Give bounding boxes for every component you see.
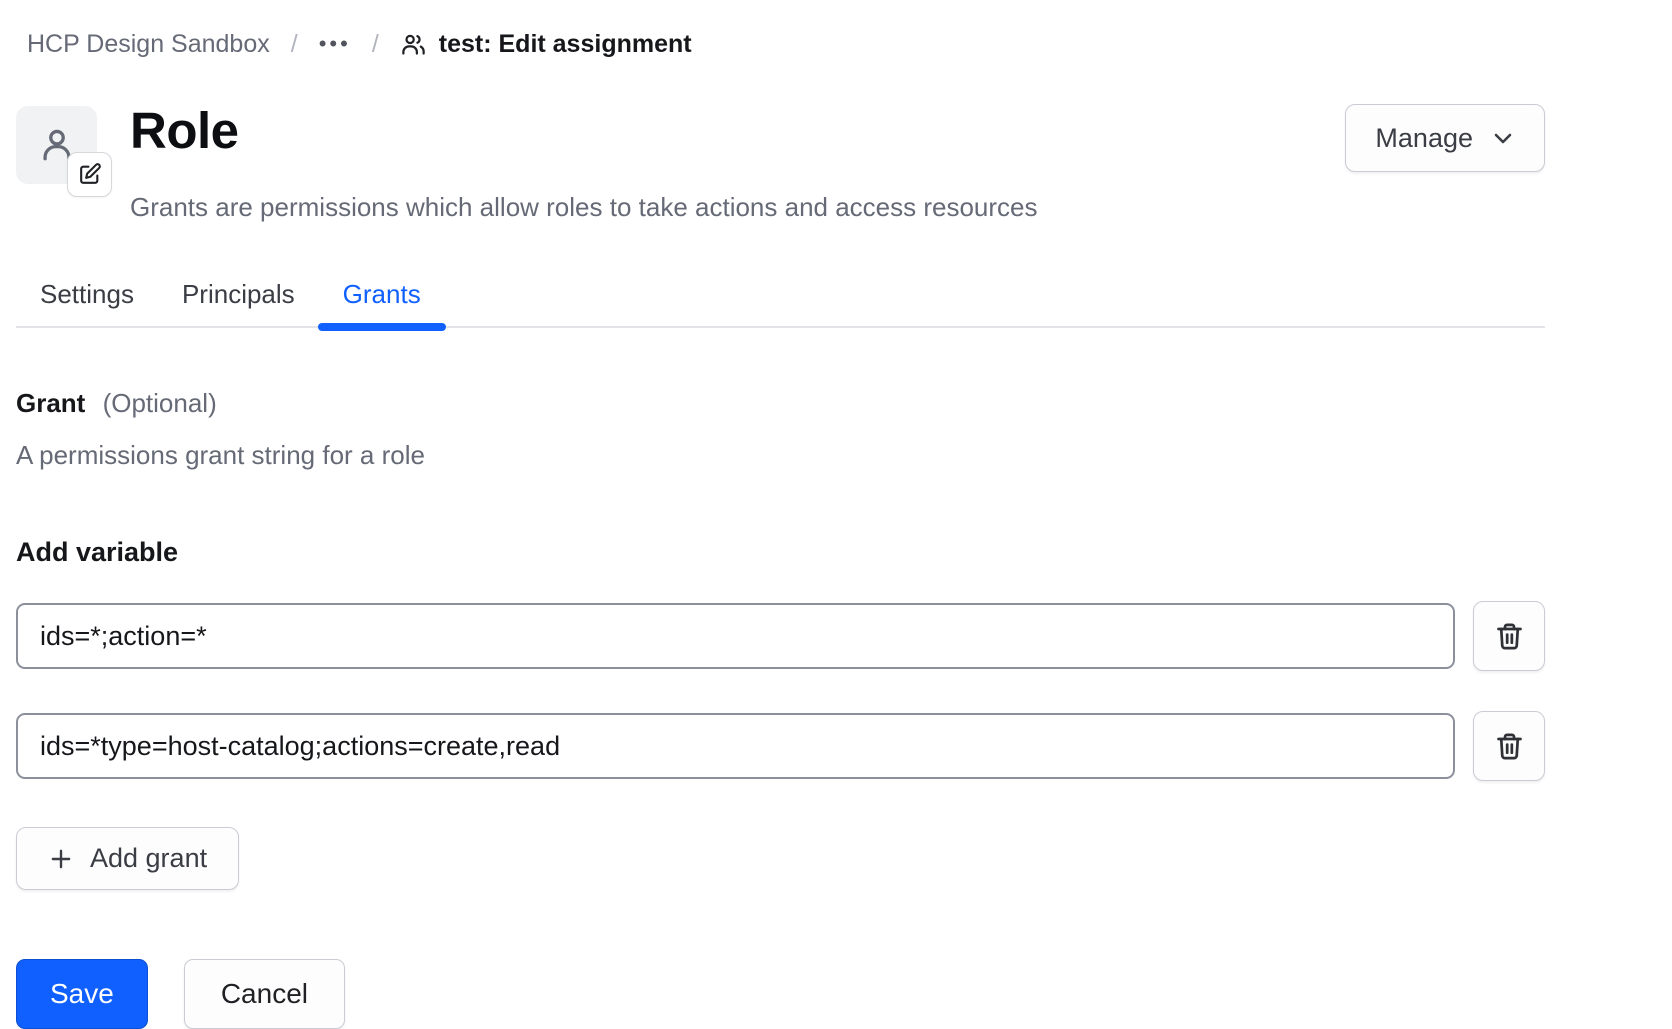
grant-field-label-row: Grant (Optional) (16, 388, 1545, 419)
delete-grant-button-1[interactable] (1473, 601, 1545, 671)
breadcrumb-ellipsis-button[interactable]: ••• (319, 28, 351, 60)
grant-field-label: Grant (16, 388, 85, 418)
grant-help-text: A permissions grant string for a role (16, 440, 1545, 471)
form-actions: Save Cancel (16, 959, 1545, 1029)
role-edit-page: HCP Design Sandbox / ••• / test: Edit as… (16, 0, 1545, 1029)
role-avatar-wrap (16, 106, 97, 184)
add-grant-label: Add grant (90, 843, 207, 874)
breadcrumb-separator: / (372, 28, 379, 60)
tab-bar: Settings Principals Grants (16, 279, 1545, 328)
add-variable-label: Add variable (16, 537, 1545, 568)
edit-pencil-icon (77, 162, 102, 187)
tab-settings[interactable]: Settings (40, 279, 134, 326)
cancel-button[interactable]: Cancel (184, 959, 345, 1029)
breadcrumb-current-label: test: Edit assignment (439, 28, 692, 60)
tab-principals[interactable]: Principals (182, 279, 295, 326)
delete-grant-button-2[interactable] (1473, 711, 1545, 781)
tab-grants[interactable]: Grants (343, 279, 421, 326)
grant-string-input-2[interactable] (16, 713, 1455, 779)
users-icon (400, 31, 427, 58)
grant-string-input-1[interactable] (16, 603, 1455, 669)
save-button[interactable]: Save (16, 959, 148, 1029)
page-header: Role Grants are permissions which allow … (16, 102, 1545, 223)
grant-row (16, 711, 1545, 781)
trash-icon (1494, 731, 1525, 762)
breadcrumb: HCP Design Sandbox / ••• / test: Edit as… (27, 0, 1545, 60)
chevron-down-icon (1491, 126, 1515, 150)
breadcrumb-root-link[interactable]: HCP Design Sandbox (27, 28, 270, 60)
page-title: Role (130, 102, 1345, 160)
trash-icon (1494, 621, 1525, 652)
manage-dropdown-button[interactable]: Manage (1345, 104, 1545, 172)
manage-label: Manage (1375, 123, 1473, 154)
grant-row (16, 601, 1545, 671)
title-column: Role Grants are permissions which allow … (130, 102, 1345, 223)
breadcrumb-separator: / (291, 28, 298, 60)
breadcrumb-current: test: Edit assignment (400, 28, 692, 60)
edit-avatar-button[interactable] (67, 152, 112, 197)
plus-icon (48, 846, 74, 872)
add-grant-button[interactable]: Add grant (16, 827, 239, 890)
page-description: Grants are permissions which allow roles… (130, 191, 1345, 223)
grant-optional-label: (Optional) (103, 388, 217, 418)
